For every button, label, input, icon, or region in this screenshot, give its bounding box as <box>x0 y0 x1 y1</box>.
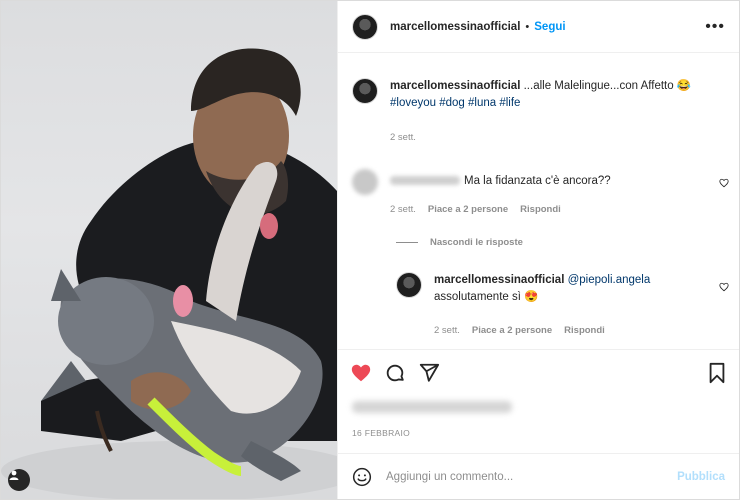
emoji-icon[interactable] <box>352 467 372 487</box>
comments-section: marcellomessinaofficial ...alle Maleling… <box>338 54 739 348</box>
avatar[interactable] <box>352 169 378 195</box>
avatar[interactable] <box>352 78 378 104</box>
reply-mention[interactable]: @piepoli.angela <box>568 274 651 286</box>
comment-username-blurred[interactable] <box>390 176 460 186</box>
reply-item: marcellomessinaofficial @piepoli.angela … <box>396 272 725 306</box>
caption-username[interactable]: marcellomessinaofficial <box>390 80 520 92</box>
post-image[interactable] <box>1 1 337 499</box>
follow-button[interactable]: Segui <box>534 21 565 33</box>
avatar[interactable] <box>396 272 422 298</box>
bookmark-icon[interactable] <box>707 362 727 384</box>
post-photo-illustration <box>1 48 337 499</box>
hide-replies-button[interactable]: Nascondi le risposte <box>396 237 523 248</box>
post-side-panel: marcellomessinaofficial • Segui ••• marc… <box>337 1 739 499</box>
comment-text: Ma la fidanzata c'è ancora?? <box>390 173 611 195</box>
post-date[interactable]: 16 FEBBRAIO <box>352 428 410 438</box>
user-tag-icon[interactable] <box>8 469 30 491</box>
post-username[interactable]: marcellomessinaofficial <box>390 21 520 33</box>
comment-item: Ma la fidanzata c'è ancora?? <box>352 169 725 195</box>
reply-text: marcellomessinaofficial @piepoli.angela … <box>434 272 650 306</box>
add-comment-bar: Pubblica <box>338 453 739 499</box>
reply-button[interactable]: Rispondi <box>564 325 605 336</box>
divider <box>396 242 418 243</box>
comment-input[interactable] <box>386 470 678 483</box>
action-bar <box>338 349 739 399</box>
comment-time[interactable]: 2 sett. <box>390 204 416 215</box>
caption-hashtags[interactable]: #loveyou #dog #luna #life <box>390 97 520 109</box>
more-options-icon[interactable]: ••• <box>705 18 725 36</box>
hide-replies-label: Nascondi le risposte <box>430 237 523 248</box>
separator-dot: • <box>525 20 530 33</box>
comment-likes[interactable]: Piace a 2 persone <box>428 204 508 215</box>
caption-time[interactable]: 2 sett. <box>390 132 416 143</box>
post-dialog: marcellomessinaofficial • Segui ••• marc… <box>0 0 740 500</box>
caption: marcellomessinaofficial ...alle Maleling… <box>352 78 725 112</box>
comment-body: Ma la fidanzata c'è ancora?? <box>464 175 611 187</box>
comment-icon[interactable] <box>384 362 406 384</box>
caption-meta: 2 sett. <box>390 132 416 143</box>
caption-text: marcellomessinaofficial ...alle Maleling… <box>390 78 691 112</box>
heart-icon[interactable] <box>350 362 372 384</box>
caption-body: ...alle Malelingue...con Affetto 😂 <box>523 80 692 92</box>
reply-time[interactable]: 2 sett. <box>434 325 460 336</box>
like-comment-icon[interactable] <box>719 282 729 292</box>
avatar[interactable] <box>352 13 378 40</box>
likes-count-blurred[interactable] <box>352 401 512 413</box>
publish-button[interactable]: Pubblica <box>677 471 725 483</box>
comment-meta: 2 sett. Piace a 2 persone Rispondi <box>390 204 561 215</box>
share-icon[interactable] <box>418 362 440 384</box>
post-header: marcellomessinaofficial • Segui ••• <box>338 1 739 53</box>
reply-username[interactable]: marcellomessinaofficial <box>434 274 564 286</box>
reply-meta: 2 sett. Piace a 2 persone Rispondi <box>434 325 605 336</box>
like-comment-icon[interactable] <box>719 178 729 188</box>
reply-likes[interactable]: Piace a 2 persone <box>472 325 552 336</box>
reply-body: assolutamente sì 😍 <box>434 291 539 303</box>
reply-button[interactable]: Rispondi <box>520 204 561 215</box>
